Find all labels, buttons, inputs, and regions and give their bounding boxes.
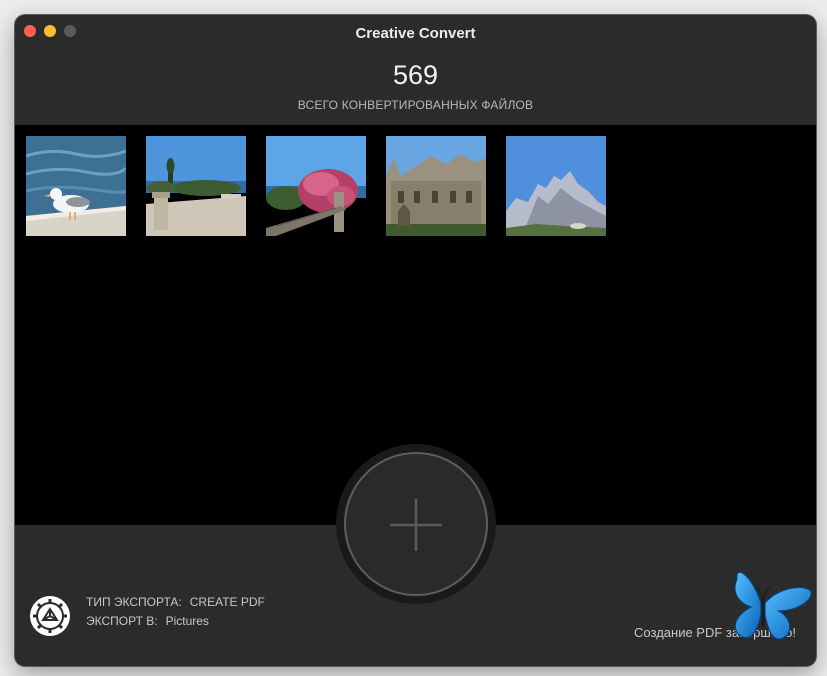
thumbnail-oleander[interactable] <box>266 136 366 236</box>
plus-icon <box>390 499 442 551</box>
export-type-label: ТИП ЭКСПОРТА: <box>86 595 182 609</box>
app-window: Creative Convert 569 ВСЕГО КОНВЕРТИРОВАН… <box>15 15 816 666</box>
export-to-value: Pictures <box>165 614 209 628</box>
thumbnail-seagull[interactable] <box>26 136 126 236</box>
export-type-row: ТИП ЭКСПОРТА: CREATE PDF <box>86 595 265 609</box>
export-to-label: ЭКСПОРТ В: <box>86 614 158 628</box>
thumbnail-palace[interactable] <box>386 136 486 236</box>
converted-count: 569 <box>392 60 439 90</box>
thumbnail-mountain[interactable] <box>506 136 606 236</box>
thumbnail-terrace[interactable] <box>146 136 246 236</box>
add-files-button[interactable] <box>344 452 488 596</box>
export-type-value: CREATE PDF <box>189 595 265 609</box>
converted-count-label: ВСЕГО КОНВЕРТИРОВАННЫХ ФАЙЛОВ <box>297 98 534 112</box>
window-title: Creative Convert <box>355 25 476 42</box>
title-bar: Creative Convert <box>15 15 816 51</box>
settings-gear-icon[interactable] <box>29 595 71 637</box>
export-to-row: ЭКСПОРТ В: Pictures <box>86 614 209 628</box>
stats-header: 569 ВСЕГО КОНВЕРТИРОВАННЫХ ФАЙЛОВ <box>15 51 816 125</box>
butterfly-icon <box>721 563 813 647</box>
